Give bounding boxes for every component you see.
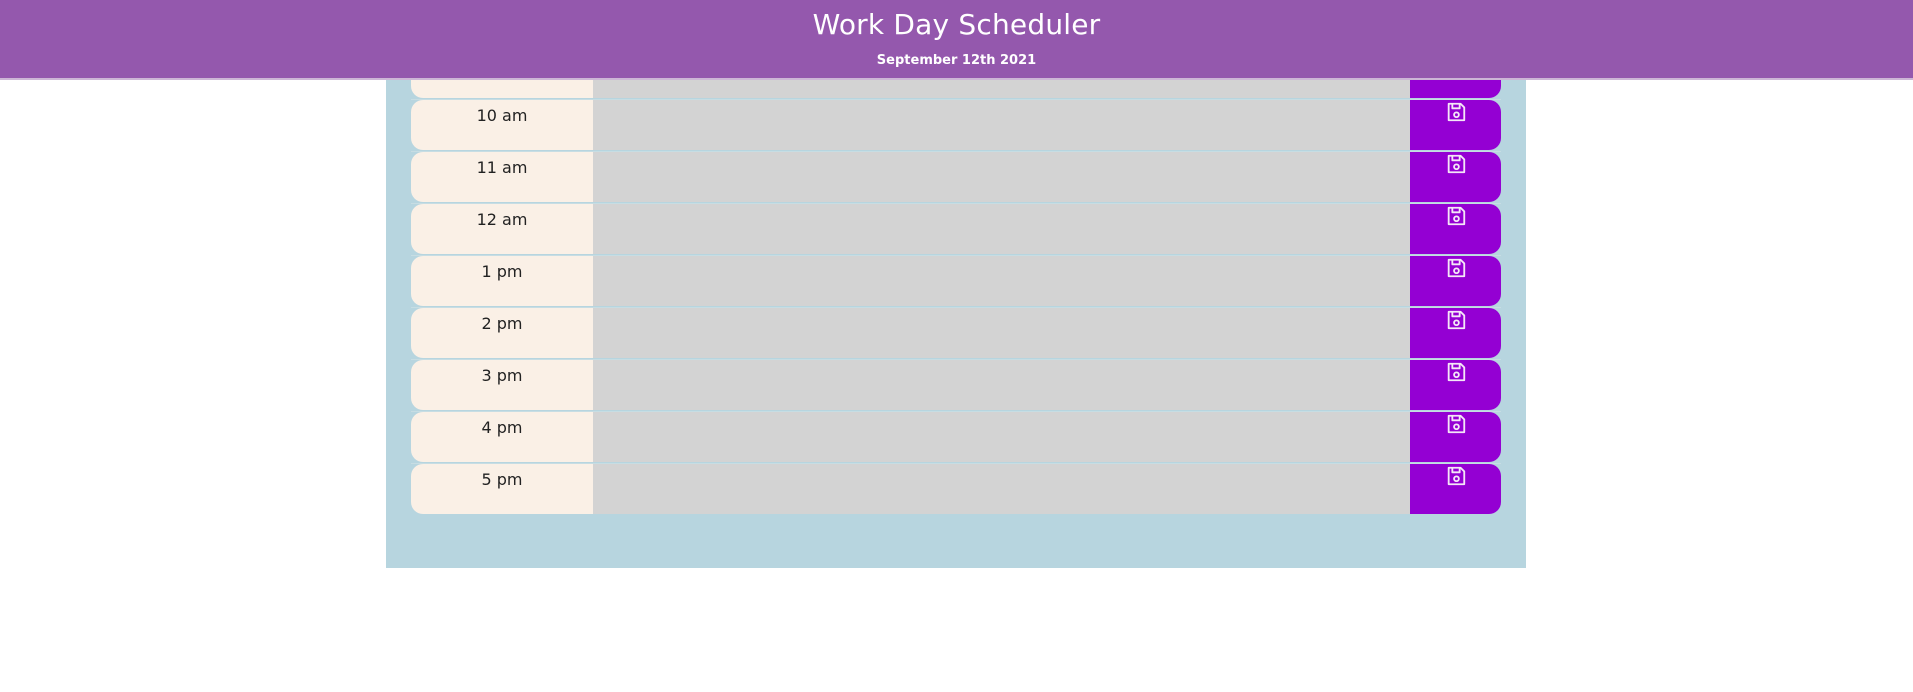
event-description-input[interactable] [593, 152, 1410, 202]
event-description-input[interactable] [593, 464, 1410, 514]
time-block-list: 9 am 10 am 11 am [411, 47, 1501, 515]
time-block-4-pm: 4 pm [411, 411, 1501, 462]
save-button[interactable] [1410, 256, 1501, 306]
time-block-1-pm: 1 pm [411, 255, 1501, 306]
event-description-input[interactable] [593, 412, 1410, 462]
event-description-input[interactable] [593, 204, 1410, 254]
event-description-input[interactable] [593, 360, 1410, 410]
save-button[interactable] [1410, 412, 1501, 462]
time-block-12-am: 12 am [411, 203, 1501, 254]
floppy-disk-icon [1445, 101, 1467, 123]
time-block-11-am: 11 am [411, 151, 1501, 202]
hour-label: 3 pm [411, 360, 593, 410]
page-title: Work Day Scheduler [812, 8, 1101, 41]
hour-label: 4 pm [411, 412, 593, 462]
time-block-10-am: 10 am [411, 99, 1501, 150]
save-button[interactable] [1410, 152, 1501, 202]
floppy-disk-icon [1445, 465, 1467, 487]
time-block-5-pm: 5 pm [411, 463, 1501, 514]
hour-label: 11 am [411, 152, 593, 202]
floppy-disk-icon [1445, 361, 1467, 383]
save-button[interactable] [1410, 308, 1501, 358]
event-description-input[interactable] [593, 100, 1410, 150]
floppy-disk-icon [1445, 257, 1467, 279]
scheduler-container: 9 am 10 am 11 am [386, 47, 1526, 568]
event-description-input[interactable] [593, 308, 1410, 358]
time-block-2-pm: 2 pm [411, 307, 1501, 358]
save-button[interactable] [1410, 360, 1501, 410]
time-block-3-pm: 3 pm [411, 359, 1501, 410]
floppy-disk-icon [1445, 309, 1467, 331]
hour-label: 1 pm [411, 256, 593, 306]
floppy-disk-icon [1445, 205, 1467, 227]
save-button[interactable] [1410, 204, 1501, 254]
hour-label: 5 pm [411, 464, 593, 514]
hour-label: 10 am [411, 100, 593, 150]
current-date: September 12th 2021 [876, 53, 1037, 68]
hour-label: 12 am [411, 204, 593, 254]
event-description-input[interactable] [593, 256, 1410, 306]
floppy-disk-icon [1445, 153, 1467, 175]
save-button[interactable] [1410, 100, 1501, 150]
floppy-disk-icon [1445, 413, 1467, 435]
page-header: Work Day Scheduler September 12th 2021 [0, 0, 1913, 80]
hour-label: 2 pm [411, 308, 593, 358]
save-button[interactable] [1410, 464, 1501, 514]
